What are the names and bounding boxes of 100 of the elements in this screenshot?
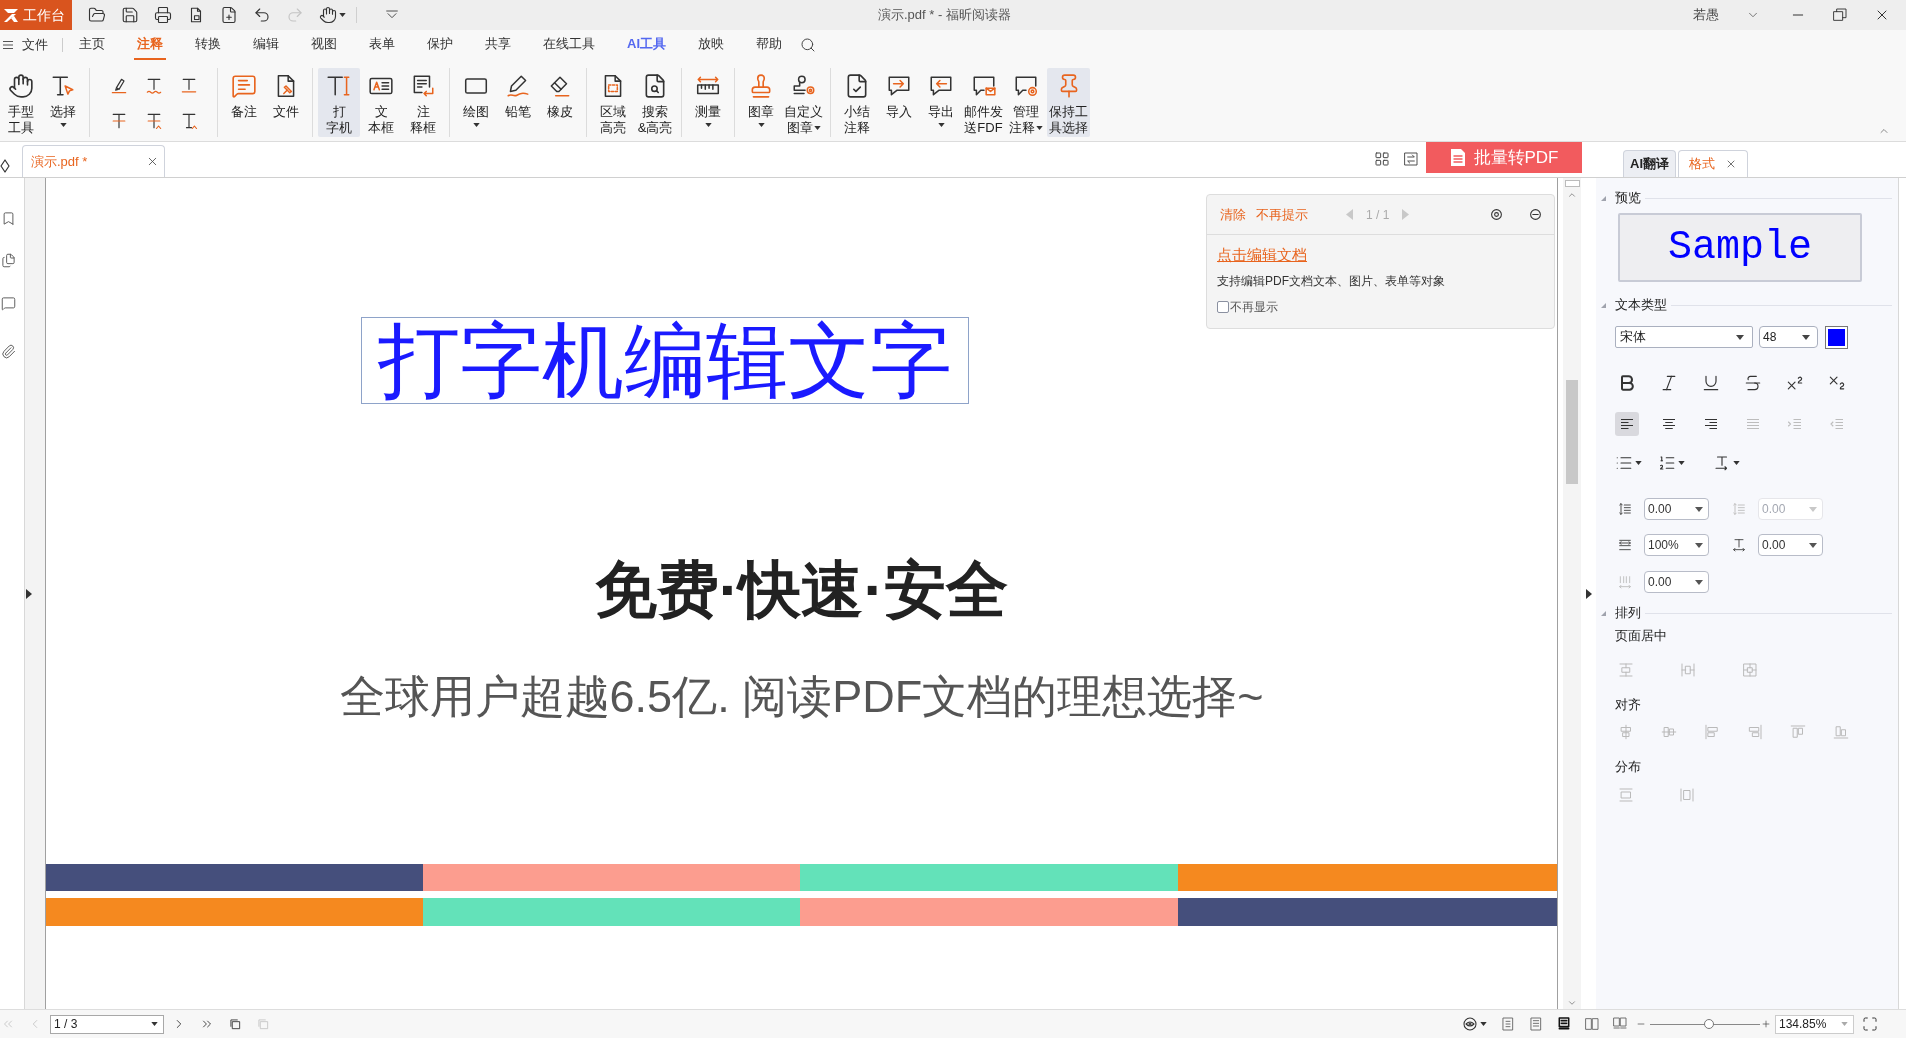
two-page-scroll-icon[interactable]: [1612, 1016, 1628, 1032]
bullet-list-icon[interactable]: [1615, 454, 1633, 472]
fullscreen-icon[interactable]: [1862, 1016, 1878, 1032]
comment-icon[interactable]: [1, 296, 16, 311]
menu-tab[interactable]: 表单: [353, 30, 411, 60]
panel-tab[interactable]: AI翻译: [1623, 150, 1676, 177]
spacing-field[interactable]: 0.00: [1644, 571, 1709, 593]
text-width-icon: [1731, 537, 1747, 553]
ribbon-tool-button[interactable]: 邮件发 送FDF: [962, 68, 1005, 137]
ribbon-tool-button[interactable]: 打 字机: [318, 68, 360, 137]
menu-tab[interactable]: 放映: [682, 30, 740, 60]
ribbon-tool-button[interactable]: 测量: [687, 68, 729, 137]
zoom-slider[interactable]: [1650, 1018, 1760, 1030]
ribbon-tool-button[interactable]: 自定义 图章: [782, 68, 825, 137]
ribbon-tool-button[interactable]: 手型 工具: [0, 68, 42, 137]
ribbon-tool-button[interactable]: 小结 注释: [836, 68, 878, 137]
typewriter-text[interactable]: 打字机编辑文字: [361, 317, 969, 404]
search-icon[interactable]: [800, 37, 816, 53]
ribbon-tool-button[interactable]: 导出: [920, 68, 962, 137]
bookmark-icon[interactable]: [1, 211, 16, 226]
ribbon-tool-button[interactable]: 管理 注释: [1005, 68, 1047, 137]
ribbon-tool-button[interactable]: 铅笔: [497, 68, 539, 137]
two-page-icon[interactable]: [1584, 1016, 1600, 1032]
panel-tab[interactable]: 格式: [1678, 150, 1748, 177]
numbered-list-icon[interactable]: [1658, 454, 1676, 472]
collapse-triangle-icon[interactable]: [1601, 195, 1606, 201]
user-name[interactable]: 若愚: [1693, 5, 1719, 25]
ribbon-tool-button[interactable]: 备注: [223, 68, 265, 137]
save-icon[interactable]: [121, 6, 139, 24]
logo-icon: [3, 7, 19, 23]
ribbon-tool-button[interactable]: 文件: [265, 68, 307, 137]
ribbon-tool-button[interactable]: 注 释框: [402, 68, 444, 137]
align-left-icon[interactable]: [1615, 412, 1639, 436]
ribbon-tool-button[interactable]: 文 本框: [360, 68, 402, 137]
split-handle-icon[interactable]: [1564, 180, 1580, 187]
minus-circle-icon[interactable]: [1529, 208, 1542, 221]
printer-icon[interactable]: [154, 6, 172, 24]
expand-triangle-icon[interactable]: [26, 588, 32, 599]
ribbon-tool-button[interactable]: 导入: [878, 68, 920, 137]
ribbon-tool-button[interactable]: 选择: [42, 68, 84, 137]
restore-icon[interactable]: [1832, 7, 1848, 23]
pages-icon[interactable]: [1, 253, 16, 268]
menu-icon: [3, 40, 13, 50]
menu-tab[interactable]: 在线工具: [527, 30, 611, 60]
spacing-field[interactable]: 100%: [1644, 534, 1709, 556]
overlapping-pages-icon[interactable]: [228, 1017, 242, 1031]
zoom-in-icon[interactable]: [1761, 1019, 1771, 1029]
expand-triangle-icon[interactable]: [1585, 588, 1592, 599]
grid-view-icon[interactable]: [1374, 151, 1390, 167]
ribbon-tool-button[interactable]: 保持工 具选择: [1047, 68, 1090, 137]
vertical-scrollbar[interactable]: [1563, 178, 1581, 1009]
undo-icon[interactable]: [253, 6, 271, 24]
target-icon[interactable]: [1490, 208, 1503, 221]
eye-circle-icon[interactable]: [1462, 1016, 1478, 1032]
strikethrough-icon[interactable]: [1743, 373, 1763, 393]
file-plus-icon[interactable]: [220, 6, 238, 24]
zoom-field[interactable]: 134.85%: [1775, 1014, 1854, 1034]
double-chevron-right-icon[interactable]: [200, 1017, 214, 1031]
menu-tab[interactable]: 共享: [469, 30, 527, 60]
continuous-page-icon[interactable]: [1556, 1016, 1572, 1032]
menu-tab[interactable]: 帮助: [740, 30, 798, 60]
paperclip-icon[interactable]: [1, 344, 16, 359]
hand-icon[interactable]: [319, 6, 337, 24]
menu-tab[interactable]: AI工具: [611, 30, 682, 60]
swap-pages-icon[interactable]: [1403, 151, 1419, 167]
slider-thumb[interactable]: [1704, 1019, 1715, 1029]
font-select[interactable]: 宋体: [1615, 326, 1753, 348]
paragraph-spacing-icon: [1731, 501, 1747, 517]
collapse-triangle-icon[interactable]: [1601, 610, 1606, 616]
workbench-button[interactable]: 工作台: [0, 0, 72, 30]
ribbon-tool-button[interactable]: 橡皮: [539, 68, 581, 137]
underline-icon[interactable]: [1701, 373, 1721, 393]
close-icon[interactable]: [1725, 158, 1737, 170]
folder-icon[interactable]: [88, 6, 106, 24]
ribbon-tool-button[interactable]: 绘图: [455, 68, 497, 137]
scroll-thumb[interactable]: [1566, 380, 1578, 484]
single-page-icon[interactable]: [1528, 1016, 1544, 1032]
file-menu-button[interactable]: 文件: [0, 30, 48, 60]
ribbon-tool-button[interactable]: 搜索 &高亮: [634, 68, 676, 137]
diamond-icon[interactable]: [0, 159, 10, 173]
spacing-field[interactable]: 0.00: [1644, 498, 1709, 520]
scroll-down-icon[interactable]: [1567, 998, 1577, 1008]
collapse-triangle-icon[interactable]: [1601, 302, 1606, 308]
close-icon[interactable]: [146, 155, 159, 168]
menu-tab[interactable]: 编辑: [237, 30, 295, 60]
scroll-up-icon[interactable]: [1567, 190, 1577, 200]
font-size-select[interactable]: 48: [1759, 326, 1818, 348]
ribbon-tool-button[interactable]: 区域 高亮: [592, 68, 634, 137]
spacing-field[interactable]: 0.00: [1758, 534, 1823, 556]
menu-tab[interactable]: 保护: [411, 30, 469, 60]
menu-tab[interactable]: 主页: [63, 30, 121, 60]
fit-page-icon[interactable]: [1500, 1016, 1516, 1032]
caret-icon: [1678, 461, 1685, 465]
menu-tab[interactable]: 转换: [179, 30, 237, 60]
color-swatch[interactable]: [1825, 325, 1848, 349]
page-number-field[interactable]: 1 / 3: [50, 1014, 164, 1034]
checkbox[interactable]: [1217, 300, 1229, 313]
menu-tab[interactable]: 视图: [295, 30, 353, 60]
ribbon-tool-button[interactable]: 图章: [740, 68, 782, 137]
document-tab[interactable]: 演示.pdf *: [22, 145, 165, 177]
